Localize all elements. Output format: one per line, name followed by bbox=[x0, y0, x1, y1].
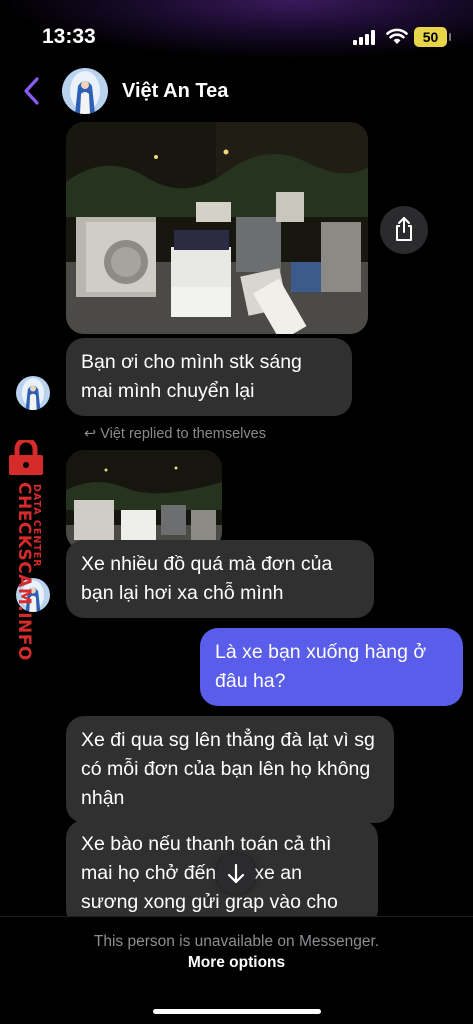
reply-note-text: Việt replied to themselves bbox=[100, 426, 266, 442]
message-text: Bạn ơi cho mình stk sáng mai mình chuyển… bbox=[81, 351, 302, 402]
incoming-message[interactable]: Xe đi qua sg lên thẳng đà lạt vì sg có m… bbox=[66, 716, 394, 823]
image-message[interactable] bbox=[66, 122, 368, 334]
photo-of-furniture-pile-at-night bbox=[66, 122, 368, 334]
status-bar: 13:33 50 bbox=[0, 0, 473, 60]
home-indicator[interactable] bbox=[153, 1009, 321, 1014]
sender-avatar[interactable] bbox=[16, 376, 50, 410]
photo-of-furniture-pile-at-night bbox=[66, 450, 222, 550]
message-list[interactable]: Bạn ơi cho mình stk sáng mai mình chuyển… bbox=[0, 122, 473, 916]
reply-note: ↩ Việt replied to themselves bbox=[84, 426, 266, 442]
watermark-subtext: DATA CENTER bbox=[31, 484, 42, 568]
message-text: Xe nhiều đồ quá mà đơn của bạn lại hơi x… bbox=[81, 553, 333, 604]
reply-arrow-icon: ↩ bbox=[84, 426, 101, 442]
share-icon bbox=[396, 217, 412, 241]
wifi-icon bbox=[386, 28, 408, 44]
message-text: Xe bào nếu thanh toán cả thì mai họ chở … bbox=[81, 833, 338, 913]
outgoing-message[interactable]: Là xe bạn xuống hàng ở đâu ha? bbox=[200, 628, 463, 706]
more-options-link[interactable]: More options bbox=[0, 954, 473, 972]
contact-name[interactable]: Việt An Tea bbox=[122, 80, 228, 103]
back-chevron-icon[interactable] bbox=[20, 76, 44, 106]
incoming-message[interactable]: Xe nhiều đồ quá mà đơn của bạn lại hơi x… bbox=[66, 540, 374, 618]
contact-avatar[interactable] bbox=[62, 68, 108, 114]
virgin-mary-avatar-icon bbox=[62, 68, 108, 114]
message-text: Xe đi qua sg lên thẳng đà lạt vì sg có m… bbox=[81, 729, 375, 809]
composer-footer: This person is unavailable on Messenger.… bbox=[0, 916, 473, 1024]
scroll-to-bottom-button[interactable] bbox=[216, 854, 256, 894]
battery-icon: 50 bbox=[414, 27, 451, 47]
checkscam-watermark: CHECKSCAM.INFO DATA CENTER bbox=[0, 440, 52, 665]
status-time: 13:33 bbox=[42, 25, 96, 48]
virgin-mary-avatar-icon bbox=[16, 376, 50, 410]
conversation-header: Việt An Tea bbox=[0, 60, 473, 122]
share-button[interactable] bbox=[380, 206, 428, 254]
incoming-message[interactable]: Bạn ơi cho mình stk sáng mai mình chuyển… bbox=[66, 338, 352, 416]
arrow-down-icon bbox=[227, 863, 245, 884]
message-text: Là xe bạn xuống hàng ở đâu ha? bbox=[215, 641, 427, 692]
padlock-icon bbox=[9, 440, 43, 475]
replied-image-message[interactable] bbox=[66, 450, 222, 550]
cellular-signal-icon bbox=[353, 30, 377, 45]
unavailable-notice: This person is unavailable on Messenger. bbox=[93, 933, 380, 950]
